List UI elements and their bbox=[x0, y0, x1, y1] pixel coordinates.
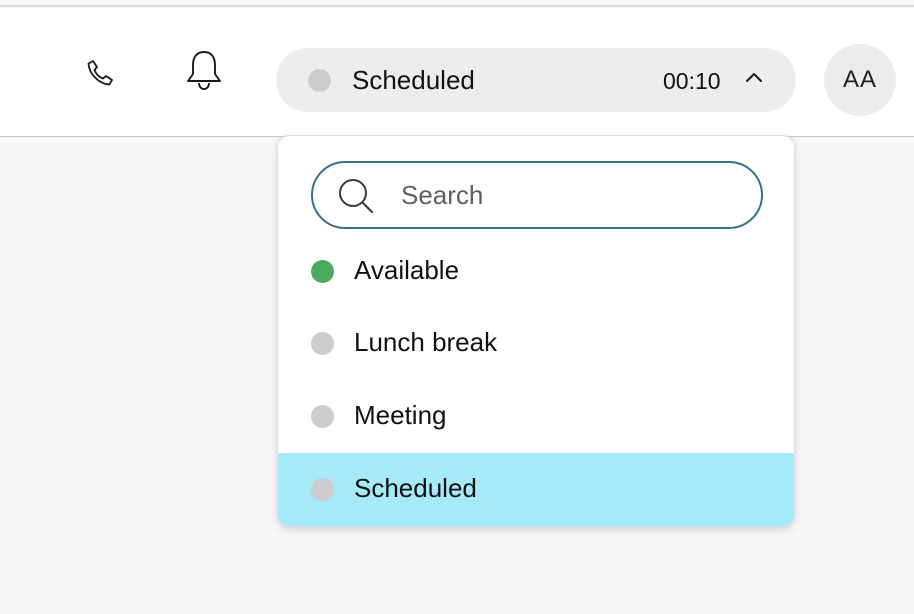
status-option-available[interactable]: Available bbox=[278, 235, 794, 307]
call-button[interactable] bbox=[76, 49, 124, 97]
status-dot bbox=[311, 260, 334, 283]
bell-icon bbox=[187, 51, 221, 90]
status-option-label: Scheduled bbox=[354, 473, 477, 503]
phone-icon bbox=[87, 60, 113, 86]
status-dot bbox=[311, 405, 334, 428]
status-timer: 00:10 bbox=[663, 68, 721, 94]
status-option-meeting[interactable]: Meeting bbox=[278, 380, 794, 452]
notifications-button[interactable] bbox=[180, 46, 228, 94]
status-dot bbox=[311, 332, 334, 355]
status-option-label: Lunch break bbox=[354, 327, 498, 357]
status-option-scheduled[interactable]: Scheduled bbox=[278, 453, 794, 526]
user-avatar[interactable]: AA bbox=[824, 44, 896, 116]
top-border bbox=[0, 0, 914, 7]
status-option-label: Meeting bbox=[354, 400, 447, 430]
status-option-lunch-break[interactable]: Lunch break bbox=[278, 307, 794, 379]
status-dropdown: Available Lunch break Meeting Scheduled bbox=[277, 135, 795, 527]
status-option-label: Available bbox=[354, 255, 460, 285]
chevron-up-icon bbox=[746, 73, 762, 82]
status-dot bbox=[308, 69, 331, 92]
avatar-initials: AA bbox=[842, 66, 877, 93]
search-icon bbox=[339, 179, 373, 213]
status-selector[interactable]: Scheduled 00:10 bbox=[276, 48, 796, 112]
status-label: Scheduled bbox=[352, 65, 475, 95]
status-dot bbox=[311, 478, 334, 501]
search-input[interactable] bbox=[401, 173, 741, 217]
status-search[interactable] bbox=[311, 161, 763, 229]
top-bar: Scheduled 00:10 AA bbox=[0, 8, 914, 137]
